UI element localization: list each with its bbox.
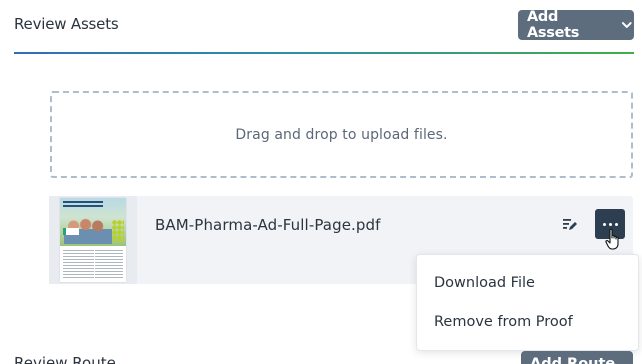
- section-divider: [14, 52, 634, 54]
- review-assets-title: Review Assets: [14, 15, 119, 33]
- menu-item-download-file[interactable]: Download File: [434, 275, 535, 291]
- pdf-preview-image: [60, 198, 126, 282]
- add-route-button[interactable]: Add Route: [521, 351, 633, 364]
- chevron-down-icon: [622, 22, 633, 28]
- asset-filename[interactable]: BAM-Pharma-Ad-Full-Page.pdf: [155, 216, 381, 234]
- add-assets-label: Add Assets: [527, 9, 580, 41]
- upload-dropzone[interactable]: Drag and drop to upload files.: [50, 91, 633, 178]
- asset-options-menu: Download File Remove from Proof: [416, 254, 639, 351]
- hand-pointer-cursor-icon: [605, 228, 619, 250]
- menu-item-remove-from-proof[interactable]: Remove from Proof: [434, 314, 573, 330]
- asset-thumbnail[interactable]: [49, 196, 137, 284]
- edit-icon[interactable]: [562, 216, 578, 232]
- more-options-icon: [602, 222, 606, 226]
- dropzone-text: Drag and drop to upload files.: [235, 126, 448, 143]
- review-route-title: Review Route: [14, 354, 116, 364]
- add-assets-button[interactable]: Add Assets: [518, 9, 634, 41]
